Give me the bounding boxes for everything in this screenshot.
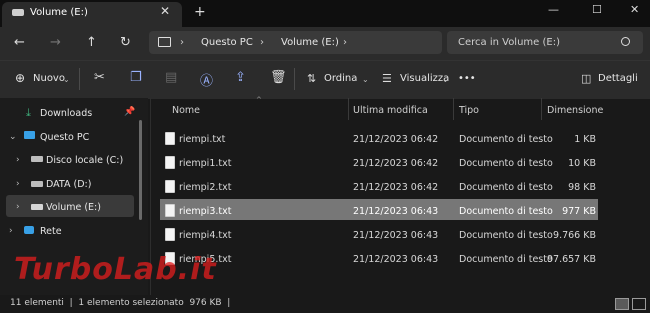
refresh-button[interactable]: ↻ — [120, 35, 131, 50]
sidebar-item-data-d[interactable]: DATA (D:) — [46, 179, 91, 190]
column-divider[interactable] — [453, 98, 454, 120]
column-divider[interactable] — [541, 98, 542, 120]
drive-icon — [31, 181, 43, 187]
file-type: Documento di testo — [459, 158, 553, 169]
download-icon: ⤓ — [26, 106, 31, 119]
file-name[interactable]: riempi4.txt — [179, 230, 231, 241]
chevron-right-icon[interactable]: › — [16, 179, 20, 189]
maximize-button[interactable]: ☐ — [592, 3, 602, 16]
new-button[interactable]: Nuovo — [33, 73, 65, 84]
plus-circle-icon: ⊕ — [15, 71, 26, 85]
file-name[interactable]: riempi2.txt — [179, 182, 231, 193]
column-header-size[interactable]: Dimensione — [547, 105, 603, 116]
sort-icon: ⇅ — [307, 72, 317, 85]
file-size: 97.657 KB — [546, 254, 596, 265]
new-tab-button[interactable]: + — [194, 4, 206, 20]
file-modified: 21/12/2023 06:43 — [353, 206, 439, 217]
sidebar-item-disco-locale-c[interactable]: Disco locale (C:) — [46, 155, 123, 166]
file-size: 977 KB — [562, 206, 596, 217]
view-icon: ☰ — [382, 72, 392, 85]
file-size: 10 KB — [568, 158, 596, 169]
column-divider[interactable] — [348, 98, 349, 120]
back-button[interactable]: ← — [14, 35, 25, 50]
column-header-name[interactable]: Nome — [172, 105, 200, 116]
file-type: Documento di testo — [459, 134, 553, 145]
breadcrumb-questo-pc[interactable]: Questo PC — [201, 37, 253, 48]
sidebar-item-questo-pc[interactable]: Questo PC — [40, 132, 89, 143]
file-size: 9.766 KB — [553, 230, 596, 241]
file-size: 98 KB — [568, 182, 596, 193]
toolbar-divider — [294, 68, 295, 90]
chevron-down-icon: ⌄ — [63, 75, 70, 84]
network-icon — [24, 226, 34, 234]
text-file-icon — [165, 204, 175, 217]
column-header-modified[interactable]: Ultima modifica — [353, 105, 428, 116]
monitor-icon — [24, 131, 35, 139]
minimize-button[interactable]: — — [548, 3, 559, 16]
cut-icon[interactable]: ✂ — [94, 70, 105, 85]
file-modified: 21/12/2023 06:43 — [353, 254, 439, 265]
chevron-down-icon: ⌄ — [442, 75, 449, 84]
status-text: 11 elementi | 1 elemento selezionato 976… — [10, 298, 231, 308]
file-size: 1 KB — [574, 134, 596, 145]
share-icon[interactable]: ⇪ — [235, 70, 246, 85]
sidebar-item-downloads[interactable]: Downloads — [40, 108, 92, 119]
chevron-right-icon[interactable]: › — [9, 226, 13, 236]
search-placeholder: Cerca in Volume (E:) — [458, 37, 560, 48]
chevron-right-icon[interactable]: › — [16, 202, 20, 212]
forward-button[interactable]: → — [50, 35, 61, 50]
details-button[interactable]: Dettagli — [598, 73, 638, 84]
text-file-icon — [165, 132, 175, 145]
text-file-icon — [165, 180, 175, 193]
search-icon[interactable] — [621, 37, 630, 46]
tab-close-button[interactable]: ✕ — [160, 4, 170, 18]
sidebar-item-rete[interactable]: Rete — [40, 226, 62, 237]
large-icons-view-toggle[interactable] — [632, 298, 646, 310]
text-file-icon — [165, 156, 175, 169]
monitor-icon — [158, 37, 171, 47]
drive-icon — [31, 156, 43, 162]
sidebar-item-volume-e[interactable]: Volume (E:) — [46, 202, 101, 213]
copy-icon[interactable]: ❐ — [130, 70, 142, 85]
breadcrumb-volume-e[interactable]: Volume (E:) — [281, 37, 339, 48]
details-pane-icon: ◫ — [581, 72, 592, 85]
file-modified: 21/12/2023 06:43 — [353, 230, 439, 241]
chevron-right-icon: › — [180, 37, 184, 48]
sort-up-icon: ^ — [256, 96, 262, 104]
file-modified: 21/12/2023 06:42 — [353, 158, 439, 169]
column-header-type[interactable]: Tipo — [459, 105, 479, 116]
file-modified: 21/12/2023 06:42 — [353, 134, 439, 145]
sort-button[interactable]: Ordina — [324, 73, 357, 84]
file-type: Documento di testo — [459, 182, 553, 193]
file-name[interactable]: riempi1.txt — [179, 158, 231, 169]
file-type: Documento di testo — [459, 230, 553, 241]
text-file-icon — [165, 228, 175, 241]
more-options-button[interactable]: ••• — [458, 73, 476, 84]
tab-title: Volume (E:) — [30, 7, 88, 18]
drive-icon — [31, 204, 43, 210]
rename-icon[interactable]: Ⓐ — [200, 70, 213, 89]
file-name[interactable]: riempi3.txt — [179, 206, 231, 217]
paste-icon[interactable]: ▤ — [165, 70, 177, 85]
close-window-button[interactable]: ✕ — [630, 3, 639, 16]
up-button[interactable]: ↑ — [86, 35, 97, 50]
file-modified: 21/12/2023 06:42 — [353, 182, 439, 193]
file-type: Documento di testo — [459, 254, 553, 265]
chevron-right-icon[interactable]: › — [343, 37, 347, 48]
toolbar-divider — [79, 68, 80, 90]
chevron-down-icon[interactable]: ⌄ — [9, 132, 17, 142]
file-name[interactable]: riempi.txt — [179, 134, 225, 145]
watermark-logo: TurboLab.it — [14, 252, 217, 287]
drive-icon — [12, 9, 24, 16]
details-view-toggle[interactable] — [615, 298, 629, 310]
sidebar-scrollbar[interactable] — [139, 120, 142, 220]
chevron-right-icon: › — [260, 37, 264, 48]
chevron-down-icon: ⌄ — [362, 75, 369, 84]
delete-icon[interactable]: 🗑 — [270, 70, 287, 85]
pin-icon[interactable]: 📌 — [124, 107, 135, 117]
file-type: Documento di testo — [459, 206, 553, 217]
chevron-right-icon[interactable]: › — [16, 155, 20, 165]
tab-volume-e[interactable] — [2, 2, 182, 27]
